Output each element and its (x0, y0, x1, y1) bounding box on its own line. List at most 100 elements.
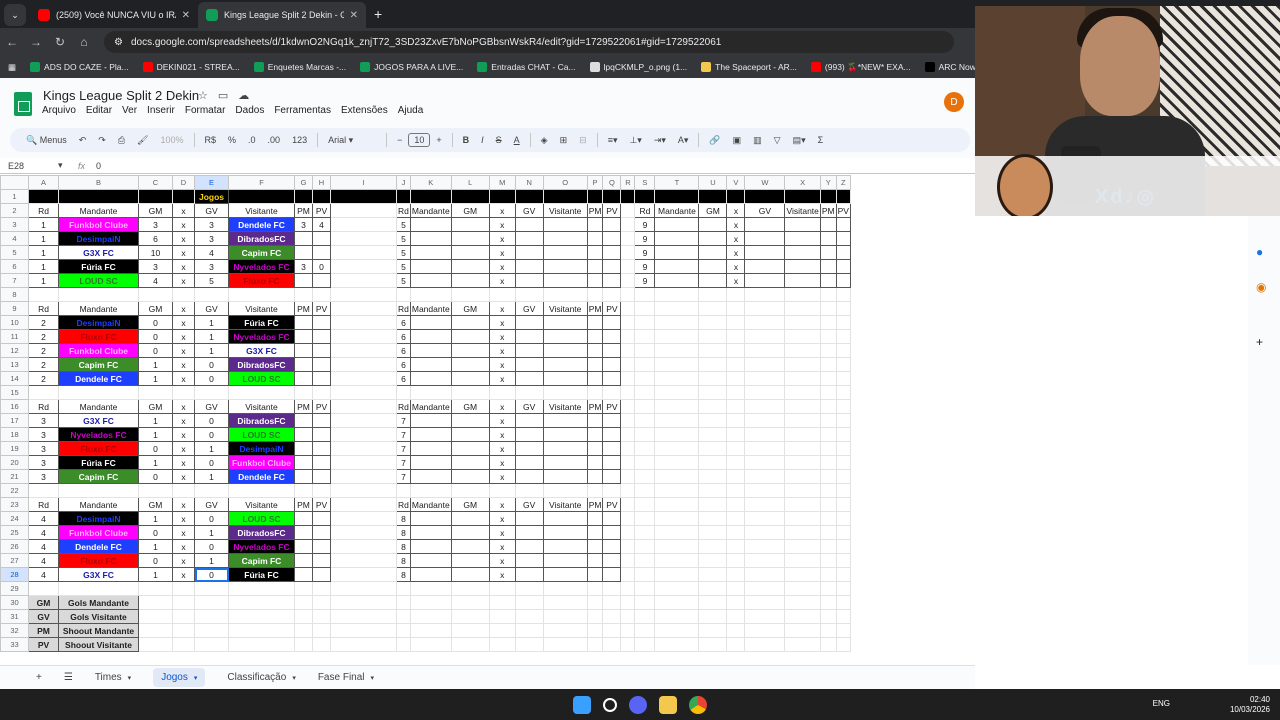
cell[interactable] (312, 637, 331, 652)
cell[interactable] (514, 371, 544, 386)
cell[interactable] (514, 581, 544, 596)
row-header[interactable]: 26 (0, 539, 29, 554)
cell[interactable] (294, 357, 313, 372)
cell[interactable] (654, 455, 700, 470)
cell[interactable]: Rd (396, 301, 411, 316)
cell[interactable]: 6 (396, 371, 411, 386)
cell[interactable] (835, 609, 851, 624)
column-header[interactable]: N (514, 175, 544, 190)
cell[interactable] (450, 469, 490, 484)
cell[interactable] (835, 427, 851, 442)
cell[interactable] (620, 553, 636, 568)
cell[interactable]: GM (450, 399, 490, 414)
cell[interactable] (726, 413, 746, 428)
cell[interactable] (698, 245, 728, 260)
cell[interactable] (396, 637, 411, 652)
row-header[interactable]: 28 (0, 567, 29, 582)
cell[interactable]: x (488, 399, 516, 414)
column-header[interactable]: Q (602, 175, 622, 190)
menu-item[interactable]: Inserir (147, 105, 175, 116)
cell[interactable] (698, 259, 728, 274)
cell[interactable]: 0 (194, 567, 229, 582)
cell[interactable] (634, 553, 656, 568)
cell[interactable] (586, 511, 604, 526)
cell[interactable] (698, 217, 728, 232)
row-header[interactable]: 33 (0, 637, 29, 652)
cell[interactable]: Fluxo FC (228, 273, 295, 288)
cell[interactable]: DesimpaiN (228, 441, 295, 456)
cell[interactable] (450, 217, 490, 232)
cell[interactable] (450, 581, 490, 596)
cell[interactable]: x (488, 413, 516, 428)
cell[interactable] (620, 189, 636, 204)
cell[interactable]: PV (312, 203, 331, 218)
cell[interactable]: x (726, 273, 746, 288)
cell[interactable]: 3 (138, 217, 173, 232)
cell[interactable]: PV (312, 497, 331, 512)
cell[interactable] (450, 189, 490, 204)
cell[interactable]: Rd (28, 399, 59, 414)
cell[interactable] (450, 511, 490, 526)
cell[interactable] (784, 581, 821, 596)
cell[interactable] (654, 609, 700, 624)
cell[interactable] (409, 413, 452, 428)
cell[interactable]: Mandante (58, 497, 139, 512)
cell[interactable]: Nyvelados FC (228, 259, 295, 274)
cell[interactable] (698, 567, 728, 582)
cell[interactable]: PM (294, 399, 313, 414)
cell[interactable]: x (488, 329, 516, 344)
spreadsheet-grid[interactable]: A B C D E F G H I J K L M N O P Q R S T U V W X Y Z 1 Jogos 2 Rd Manda… (0, 175, 975, 655)
cell[interactable] (396, 595, 411, 610)
cell[interactable] (28, 581, 59, 596)
cell[interactable] (634, 483, 656, 498)
cell[interactable] (330, 203, 397, 218)
cell[interactable] (409, 315, 452, 330)
cell[interactable] (698, 581, 728, 596)
cell[interactable] (835, 371, 851, 386)
cell[interactable] (330, 357, 397, 372)
cell[interactable] (744, 329, 786, 344)
cell[interactable]: 9 (634, 259, 656, 274)
cell[interactable] (294, 553, 313, 568)
browser-tab[interactable]: (2509) Você NUNCA VIU o IRÃ ✕ (30, 2, 198, 28)
cell[interactable] (514, 483, 544, 498)
cell[interactable]: x (172, 315, 195, 330)
cell[interactable] (819, 581, 837, 596)
cell[interactable] (409, 455, 452, 470)
search-icon[interactable] (603, 697, 617, 712)
cell[interactable] (542, 539, 588, 554)
cell[interactable] (698, 231, 728, 246)
cell[interactable] (312, 189, 331, 204)
cell[interactable] (634, 413, 656, 428)
reload-icon[interactable]: ↻ (48, 35, 72, 49)
cell[interactable] (312, 623, 331, 638)
cell[interactable]: PM (819, 203, 837, 218)
cell[interactable]: x (488, 427, 516, 442)
cell[interactable]: PV (602, 399, 622, 414)
cell[interactable]: 0 (194, 371, 229, 386)
cell[interactable] (744, 385, 786, 400)
cell[interactable] (312, 455, 331, 470)
cell[interactable] (744, 357, 786, 372)
cell[interactable] (654, 553, 700, 568)
cell[interactable] (835, 315, 851, 330)
cell[interactable] (726, 287, 746, 302)
cell[interactable] (784, 637, 821, 652)
cell[interactable] (654, 469, 700, 484)
cell[interactable] (488, 623, 516, 638)
cell[interactable]: x (172, 469, 195, 484)
cell[interactable] (654, 385, 700, 400)
cell[interactable] (409, 371, 452, 386)
cell[interactable] (634, 623, 656, 638)
cell[interactable] (634, 287, 656, 302)
cell[interactable] (409, 189, 452, 204)
cell[interactable] (620, 567, 636, 582)
cell[interactable] (602, 441, 622, 456)
cell[interactable] (294, 567, 313, 582)
star-icon[interactable]: ☆ (198, 89, 208, 102)
cell[interactable] (620, 203, 636, 218)
column-header[interactable]: S (634, 175, 656, 190)
cell[interactable]: x (488, 315, 516, 330)
cell[interactable]: 4 (28, 525, 59, 540)
cell[interactable]: 10 (138, 245, 173, 260)
